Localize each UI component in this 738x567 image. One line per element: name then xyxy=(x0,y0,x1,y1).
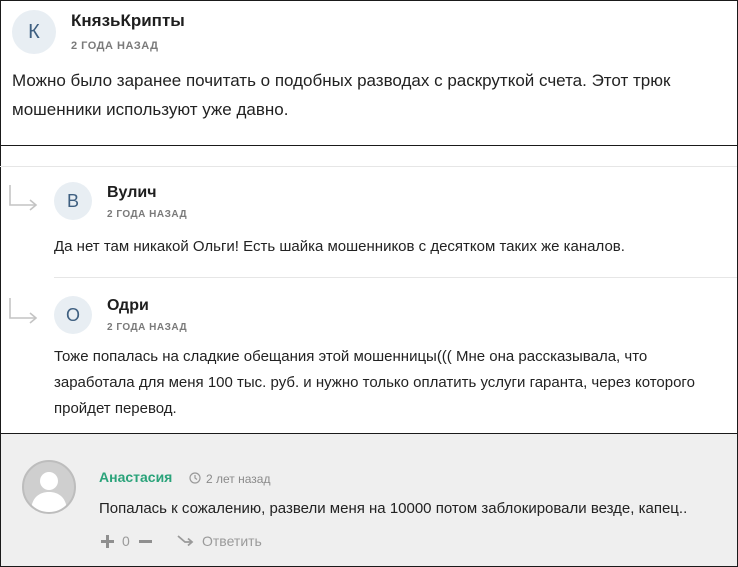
reply-text: Да нет там никакой Ольги! Есть шайка мош… xyxy=(54,232,625,261)
guest-text: Попалась к сожалению, развели меня на 10… xyxy=(99,500,688,517)
guest-author[interactable]: Анастасия xyxy=(99,469,172,485)
comment-time: 2 ГОДА НАЗАД xyxy=(71,40,159,52)
user-silhouette-icon xyxy=(31,472,67,512)
avatar[interactable]: К xyxy=(12,10,56,54)
reply-author[interactable]: Одри xyxy=(107,297,149,315)
minus-icon[interactable] xyxy=(137,533,154,550)
guest-time: 2 лет назад xyxy=(206,472,271,486)
comment-text-line: Можно было заранее почитать о подобных р… xyxy=(12,71,671,90)
plus-icon[interactable] xyxy=(99,533,116,550)
comment-author[interactable]: КнязьКрипты xyxy=(71,11,185,31)
divider xyxy=(0,166,737,167)
vote-count: 0 xyxy=(122,533,130,549)
reply-icon[interactable] xyxy=(176,534,194,548)
avatar-letter: К xyxy=(28,20,40,43)
reply-arrow-icon xyxy=(9,298,38,324)
reply-arrow-icon xyxy=(9,185,38,211)
avatar[interactable] xyxy=(22,460,76,514)
avatar-letter: В xyxy=(66,190,79,211)
clock-icon xyxy=(189,472,201,484)
reply-button[interactable]: Ответить xyxy=(202,533,262,549)
comment-text-line: мошенники используют уже давно. xyxy=(12,100,289,119)
reply-text: Тоже попалась на сладкие обещания этой м… xyxy=(54,344,695,422)
reply-text-line: пройдет перевод. xyxy=(54,400,177,417)
avatar-letter: О xyxy=(65,304,80,325)
reply-text-line: Тоже попалась на сладкие обещания этой м… xyxy=(54,348,648,365)
comment-text: Можно было заранее почитать о подобных р… xyxy=(12,66,670,124)
reply-time: 2 ГОДА НАЗАД xyxy=(107,209,188,220)
reply-text-line: заработала для меня 100 тыс. руб. и нужн… xyxy=(54,374,695,391)
reply-text-line: Да нет там никакой Ольги! Есть шайка мош… xyxy=(54,238,625,255)
reply-author[interactable]: Вулич xyxy=(107,184,157,202)
avatar[interactable]: В xyxy=(54,182,92,220)
avatar[interactable]: О xyxy=(54,296,92,334)
divider xyxy=(54,277,737,278)
reply-time: 2 ГОДА НАЗАД xyxy=(107,322,188,333)
